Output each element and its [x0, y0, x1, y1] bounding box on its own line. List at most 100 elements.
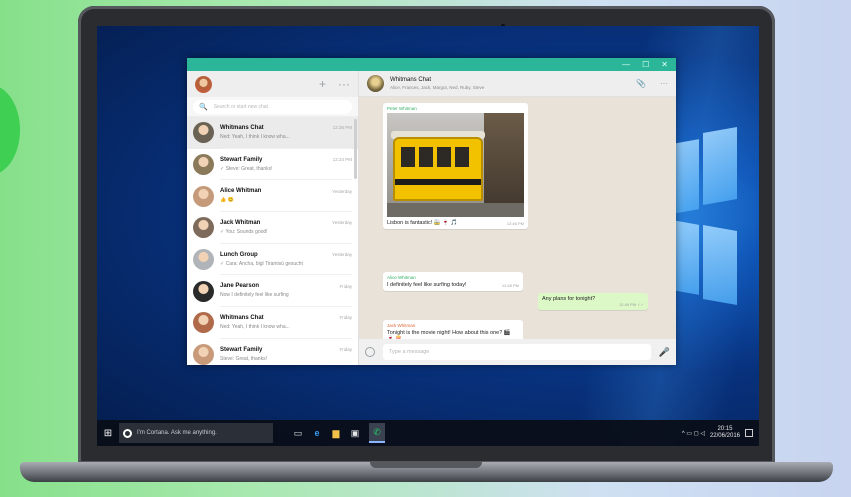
chat-time: Friday [339, 347, 352, 353]
chat-avatar [193, 154, 214, 176]
chat-list-item[interactable]: Jack Whitman Yesterday ✓ You: Sounds good! [187, 212, 358, 244]
search-input[interactable]: 🔍 Search or start new chat [193, 100, 352, 114]
chat-list-panel: + ··· 🔍 Search or start new chat Whitman… [187, 71, 359, 365]
message-time: 12:48 PM [501, 283, 519, 288]
desktop-screen: — ☐ ✕ + ··· 🔍 Search or start new chat W… [97, 26, 759, 446]
clock-date: 22/06/2016 [709, 433, 740, 439]
chat-last-message: 👍 😊 [220, 197, 234, 204]
chat-list-item[interactable]: Alice Whitman Yesterday 👍 😊 [187, 180, 358, 213]
chat-list-scrollbar[interactable] [354, 119, 357, 179]
chat-avatar [193, 122, 214, 144]
chat-time: Yesterday [332, 188, 352, 194]
chat-last-message: Ned: Yeah, I think I know wha... [220, 133, 290, 140]
laptop-hinge-notch [370, 462, 482, 468]
message-time: 12:49 PM ✓✓ [619, 302, 644, 307]
group-avatar[interactable] [367, 75, 384, 92]
message-bubble-outgoing: Any plans for tonight? 12:49 PM ✓✓ [538, 293, 648, 310]
close-button[interactable]: ✕ [661, 60, 668, 69]
conversation-participants: Alice, Frances, Jack, Margot, Ned, Ruby,… [390, 85, 485, 90]
chat-last-message: ✓ Cara: Ancha, bigl Tiramisù gesucht [220, 260, 303, 267]
search-bar: 🔍 Search or start new chat [187, 97, 358, 117]
chat-name: Stewart Family [220, 346, 263, 353]
chat-last-message: Now I definitely feel like surfing [220, 292, 289, 299]
message-time: 12:46 PM [506, 221, 524, 226]
my-avatar[interactable] [195, 75, 212, 93]
start-button[interactable]: ⊞ [97, 420, 119, 446]
message-text: I definitely feel like surfing today! [387, 282, 467, 288]
attach-icon[interactable]: 📎 [636, 79, 646, 88]
chat-name: Jane Pearson [220, 283, 260, 290]
message-sender: Alice Whitman [387, 275, 416, 280]
windows-logo-wallpaper [667, 126, 737, 316]
chat-list-item[interactable]: Whitmans Chat 12:36 PM Ned: Yeah, I think … [187, 117, 358, 149]
whatsapp-window: — ☐ ✕ + ··· 🔍 Search or start new chat W… [187, 58, 676, 365]
chat-name: Stewart Family [220, 156, 263, 163]
notifications-icon[interactable] [745, 429, 753, 437]
tray-icons[interactable]: ^ ▭ ◻ ◁ [682, 430, 705, 437]
message-bubble: Alice Whitman I definitely feel like sur… [383, 272, 523, 291]
chat-list: Whitmans Chat 12:36 PM Ned: Yeah, I think … [187, 117, 358, 365]
chat-list-item[interactable]: Whitmans Chat Friday Ned: Yeah, I think I … [187, 307, 358, 339]
sidebar-menu-icon[interactable]: ··· [338, 77, 350, 91]
chat-avatar [193, 280, 214, 302]
whatsapp-taskbar-icon[interactable]: ✆ [369, 423, 385, 443]
cortana-icon [123, 428, 132, 438]
chat-time: Friday [339, 315, 352, 321]
chat-list-item[interactable]: Lunch Group Yesterday ✓ Cara: Ancha, bigl … [187, 244, 358, 276]
chat-name: Lunch Group [220, 251, 258, 258]
emoji-icon[interactable] [365, 347, 375, 357]
minimize-button[interactable]: — [622, 60, 630, 69]
chat-time: 12:34 PM [332, 157, 352, 163]
chat-avatar [193, 249, 214, 271]
chat-time: Yesterday [332, 220, 352, 226]
clock-time: 20:15 [717, 426, 733, 432]
chat-name: Jack Whitman [220, 219, 261, 226]
message-input[interactable] [383, 344, 651, 360]
file-explorer-icon[interactable]: ▆ [331, 428, 341, 438]
chat-avatar [193, 344, 214, 365]
new-chat-button[interactable]: + [319, 77, 326, 91]
message-sender: Peter Whitman [387, 106, 417, 111]
clock[interactable]: 20:15 22/06/2016 [710, 426, 740, 440]
search-icon: 🔍 [199, 104, 208, 111]
chat-time: 12:36 PM [332, 125, 352, 131]
chat-avatar [193, 217, 214, 239]
microphone-icon[interactable]: 🎤 [659, 347, 670, 358]
conversation-menu-icon[interactable]: ··· [660, 79, 668, 88]
chat-name: Alice Whitman [220, 188, 262, 195]
store-icon[interactable]: ▣ [350, 428, 360, 438]
message-bubble: Peter Whitman Lisbon is fantastic! 🚋 🍷 🎵… [383, 103, 528, 229]
chat-name: Whitmans Chat [220, 314, 264, 321]
window-titlebar: — ☐ ✕ [187, 58, 676, 71]
system-tray: ^ ▭ ◻ ◁ 20:15 22/06/2016 [682, 426, 759, 440]
chat-last-message: ✓ You: Sounds good! [220, 228, 268, 235]
chat-time: Yesterday [332, 252, 352, 258]
compose-bar: 🎤 [359, 339, 676, 365]
message-sender: Jack Whitman [387, 323, 416, 328]
cortana-search-box[interactable]: I'm Cortana. Ask me anything. [119, 423, 273, 443]
chat-last-message: Ned: Yeah, I think I know wha... [220, 323, 290, 330]
chat-name: Whitmans Chat [220, 124, 264, 131]
chat-time: Friday [339, 283, 352, 289]
conversation-header[interactable]: Whitmans Chat Alice, Frances, Jack, Marg… [359, 71, 676, 97]
task-view-icon[interactable]: ▭ [293, 428, 303, 438]
decorative-blob [0, 85, 20, 175]
conversation-panel: Whitmans Chat Alice, Frances, Jack, Marg… [359, 71, 676, 365]
message-text: Lisbon is fantastic! 🚋 🍷 🎵 [387, 220, 458, 226]
chat-last-message: Steve: Great, thanks! [220, 355, 267, 362]
message-area: Peter Whitman Lisbon is fantastic! 🚋 🍷 🎵… [359, 97, 676, 350]
search-placeholder: Search or start new chat [213, 104, 268, 110]
cortana-search-text: I'm Cortana. Ask me anything. [137, 430, 217, 436]
maximize-button[interactable]: ☐ [642, 60, 649, 69]
chat-avatar [193, 185, 214, 207]
tram-photo[interactable] [387, 113, 524, 217]
edge-browser-icon[interactable]: e [312, 428, 322, 438]
sidebar-header: + ··· [187, 71, 358, 97]
chat-list-item[interactable]: Jane Pearson Friday Now I definitely feel … [187, 275, 358, 308]
chat-last-message: ✓ Steve: Great, thanks! [220, 165, 273, 172]
chat-list-item[interactable]: Stewart Family 12:34 PM ✓ Steve: Great, th… [187, 149, 358, 181]
chat-list-item[interactable]: Stewart Family Friday Steve: Great, thanks… [187, 339, 358, 365]
conversation-title: Whitmans Chat [390, 77, 432, 83]
windows-taskbar: ⊞ I'm Cortana. Ask me anything. ▭ e ▆ ▣ … [97, 420, 759, 446]
chat-avatar [193, 312, 214, 334]
